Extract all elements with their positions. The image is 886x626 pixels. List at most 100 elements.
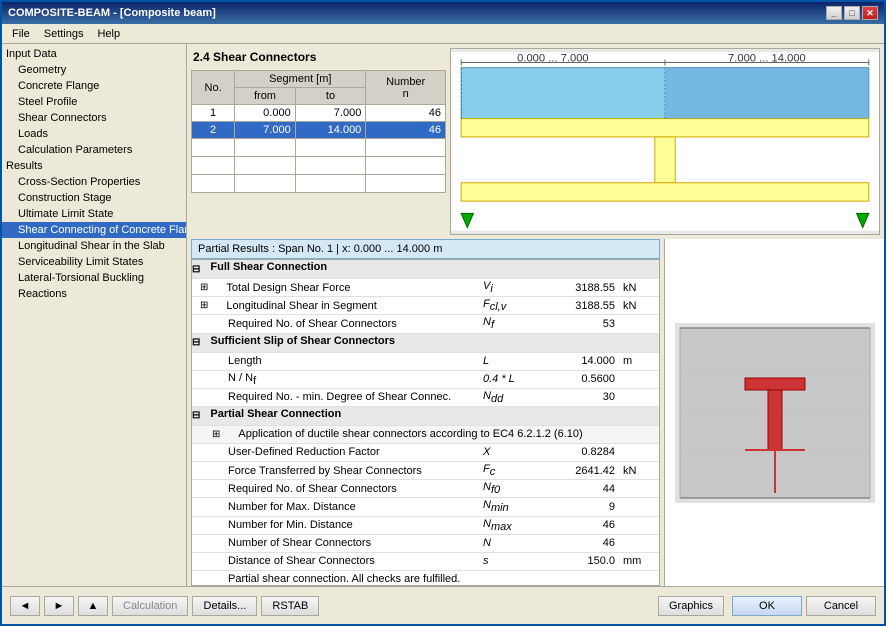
- cell-from-1: 0.000: [235, 105, 295, 122]
- val-force-transferred: 2641.42: [549, 464, 619, 478]
- desc-n-shear: Number of Shear Connectors: [212, 536, 479, 550]
- desc-long-shear: Longitudinal Shear in Segment: [210, 299, 479, 313]
- sidebar-item-concrete-flange[interactable]: Concrete Flange: [2, 78, 186, 94]
- sidebar-item-ltb[interactable]: Lateral-Torsional Buckling: [2, 270, 186, 286]
- result-row-n-shear[interactable]: Number of Shear Connectors N 46: [192, 535, 659, 553]
- sidebar-item-input-data[interactable]: Input Data: [2, 46, 186, 62]
- sidebar-item-reactions[interactable]: Reactions: [2, 286, 186, 302]
- sidebar-item-geometry[interactable]: Geometry: [2, 62, 186, 78]
- sym-reduction: X: [479, 445, 549, 459]
- col-number: Numbern: [366, 71, 446, 105]
- result-row-long-shear[interactable]: ⊞ Longitudinal Shear in Segment Fcl,v 31…: [192, 297, 659, 315]
- val-distance: 150.0: [549, 554, 619, 568]
- partial-shear-label: Partial Shear Connection: [202, 407, 659, 421]
- result-row-req-min[interactable]: Required No. - min. Degree of Shear Conn…: [192, 389, 659, 407]
- expand-icon[interactable]: ⊟: [192, 410, 200, 421]
- result-row-req-no2[interactable]: Required No. of Shear Connectors Nf0 44: [192, 480, 659, 498]
- col-no: No.: [192, 71, 235, 105]
- unit-nmax: [619, 524, 659, 526]
- ok-button[interactable]: OK: [732, 596, 802, 616]
- main-window: COMPOSITE-BEAM - [Composite beam] _ □ ✕ …: [0, 0, 886, 626]
- svg-text:0.000 ... 7.000: 0.000 ... 7.000: [517, 53, 589, 65]
- expand-icon[interactable]: ⊟: [192, 337, 200, 348]
- results-scroll[interactable]: ⊟ Full Shear Connection ⊞ Total Design S…: [191, 259, 660, 586]
- sidebar-item-uls[interactable]: Ultimate Limit State: [2, 206, 186, 222]
- expand-icon[interactable]: ⊟: [192, 264, 200, 275]
- cell-to-1: 7.000: [295, 105, 366, 122]
- rstab-button[interactable]: RSTAB: [261, 596, 319, 616]
- sidebar-item-steel-profile[interactable]: Steel Profile: [2, 94, 186, 110]
- maximize-button[interactable]: □: [844, 6, 860, 20]
- sidebar-item-calc-params[interactable]: Calculation Parameters: [2, 142, 186, 158]
- cell-to-2: 14.000: [295, 122, 366, 139]
- results-table-area: Partial Results : Span No. 1 | x: 0.000 …: [187, 239, 664, 586]
- calculation-button[interactable]: Calculation: [112, 596, 188, 616]
- cancel-button[interactable]: Cancel: [806, 596, 876, 616]
- table-row-empty: [192, 139, 446, 157]
- sidebar-item-longitudinal-shear[interactable]: Longitudinal Shear in the Slab: [2, 238, 186, 254]
- result-row-total-shear[interactable]: ⊞ Total Design Shear Force Vi 3188.55 kN: [192, 279, 659, 297]
- unit-nmin: [619, 506, 659, 508]
- cell-no-1: 1: [192, 105, 235, 122]
- section-full-shear[interactable]: ⊟ Full Shear Connection: [192, 260, 659, 279]
- back-button[interactable]: ◄: [10, 596, 40, 616]
- desc-nmin: Number for Max. Distance: [212, 500, 479, 514]
- up-button[interactable]: ▲: [78, 596, 108, 616]
- table-row[interactable]: 2 7.000 14.000 46: [192, 122, 446, 139]
- val-n-nf: 0.5600: [549, 372, 619, 386]
- sufficient-slip-label: Sufficient Slip of Shear Connectors: [202, 334, 659, 348]
- minimize-button[interactable]: _: [826, 6, 842, 20]
- result-row-nmax[interactable]: Number for Min. Distance Nmax 46: [192, 517, 659, 535]
- details-button[interactable]: Details...: [192, 596, 257, 616]
- left-panel: Input Data Geometry Concrete Flange Stee…: [2, 44, 187, 586]
- sym-req-min: Ndd: [479, 389, 549, 406]
- desc-req-no2: Required No. of Shear Connectors: [212, 482, 479, 496]
- menu-help[interactable]: Help: [91, 27, 126, 41]
- sidebar-item-results[interactable]: Results: [2, 158, 186, 174]
- desc-app: Application of ductile shear connectors …: [222, 427, 659, 441]
- forward-button[interactable]: ►: [44, 596, 74, 616]
- top-area: 2.4 Shear Connectors No. Segment [m] Num…: [187, 44, 884, 239]
- graphics-button[interactable]: Graphics: [658, 596, 724, 616]
- result-row-req-no[interactable]: Required No. of Shear Connectors Nf 53: [192, 315, 659, 333]
- result-row-reduction[interactable]: User-Defined Reduction Factor X 0.8284: [192, 444, 659, 462]
- svg-text:7.000 ... 14.000: 7.000 ... 14.000: [728, 53, 806, 65]
- sym-force-transferred: Fc: [479, 462, 549, 479]
- sym-req-no2: Nf0: [479, 480, 549, 497]
- section-partial-shear[interactable]: ⊟ Partial Shear Connection: [192, 407, 659, 426]
- result-row-nmin[interactable]: Number for Max. Distance Nmin 9: [192, 498, 659, 516]
- result-row-length[interactable]: Length L 14.000 m: [192, 353, 659, 371]
- menu-file[interactable]: File: [6, 27, 36, 41]
- unit-distance: mm: [619, 554, 659, 568]
- section-sufficient-slip[interactable]: ⊟ Sufficient Slip of Shear Connectors: [192, 334, 659, 353]
- col-to: to: [295, 88, 366, 105]
- result-row-n-nf[interactable]: N / Nf 0.4 * L 0.5600: [192, 371, 659, 389]
- sidebar-item-cross-section[interactable]: Cross-Section Properties: [2, 174, 186, 190]
- sidebar-item-construction-stage[interactable]: Construction Stage: [2, 190, 186, 206]
- desc-nmax: Number for Min. Distance: [212, 518, 479, 532]
- result-row-force-transferred[interactable]: Force Transferred by Shear Connectors Fc…: [192, 462, 659, 480]
- title-bar: COMPOSITE-BEAM - [Composite beam] _ □ ✕: [2, 2, 884, 24]
- expand-icon[interactable]: ⊞: [200, 282, 208, 293]
- sym-length: L: [479, 354, 549, 368]
- unit-req-min: [619, 396, 659, 398]
- menu-settings[interactable]: Settings: [38, 27, 90, 41]
- expand-icon[interactable]: ⊞: [200, 300, 208, 311]
- close-button[interactable]: ✕: [862, 6, 878, 20]
- window-title: COMPOSITE-BEAM - [Composite beam]: [8, 7, 216, 19]
- val-length: 14.000: [549, 354, 619, 368]
- sidebar-item-loads[interactable]: Loads: [2, 126, 186, 142]
- section-title: 2.4 Shear Connectors: [191, 48, 446, 66]
- sidebar-item-shear-connectors[interactable]: Shear Connectors: [2, 110, 186, 126]
- result-row-distance[interactable]: Distance of Shear Connectors s 150.0 mm: [192, 553, 659, 571]
- desc-force-transferred: Force Transferred by Shear Connectors: [212, 464, 479, 478]
- table-row-empty: [192, 175, 446, 193]
- unit-req-no2: [619, 488, 659, 490]
- expand-icon[interactable]: ⊞: [212, 429, 220, 440]
- results-area: Partial Results : Span No. 1 | x: 0.000 …: [187, 239, 884, 586]
- main-content: Input Data Geometry Concrete Flange Stee…: [2, 44, 884, 586]
- desc-req-min: Required No. - min. Degree of Shear Conn…: [212, 390, 479, 404]
- sidebar-item-shear-connecting[interactable]: Shear Connecting of Concrete Flange: [2, 222, 186, 238]
- table-row[interactable]: 1 0.000 7.000 46: [192, 105, 446, 122]
- sidebar-item-sls[interactable]: Serviceability Limit States: [2, 254, 186, 270]
